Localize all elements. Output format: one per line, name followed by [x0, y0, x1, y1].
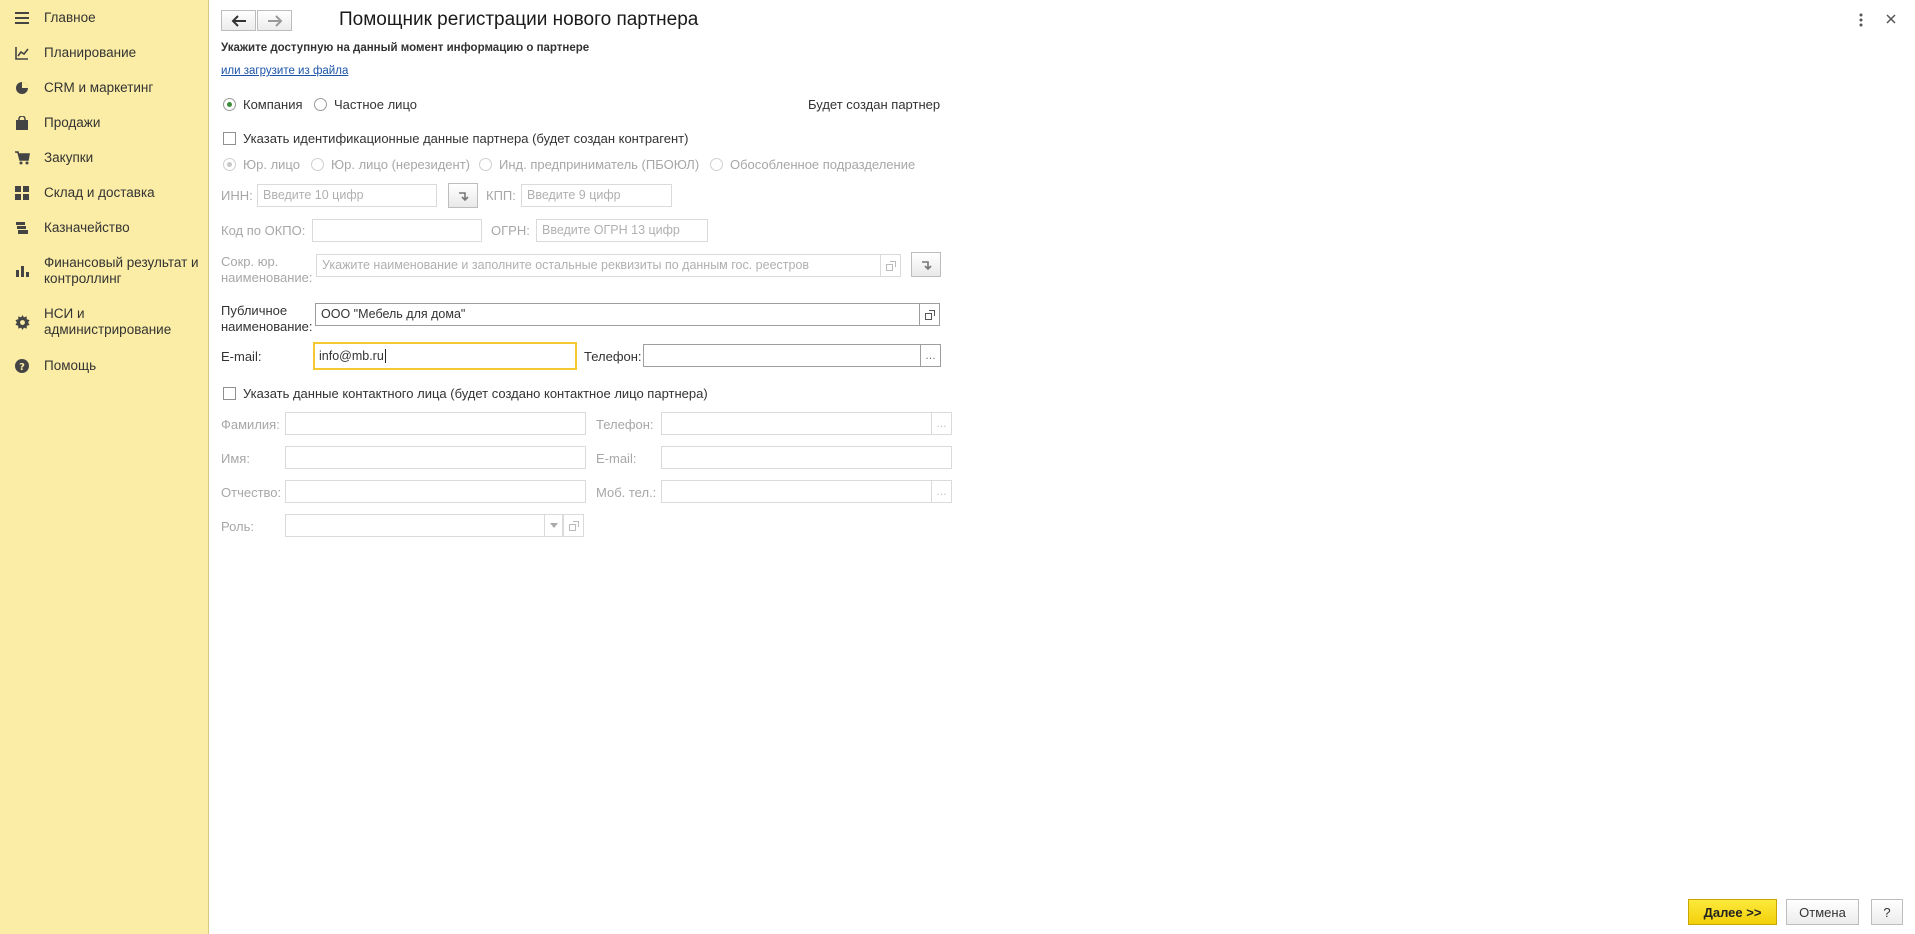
patronymic-label: Отчество: — [221, 485, 282, 500]
forward-button[interactable] — [257, 10, 292, 31]
email-label: E-mail: — [221, 349, 262, 364]
sidebar-item-label: CRM и маркетинг — [44, 80, 154, 95]
more-options-icon[interactable] — [1857, 12, 1865, 28]
page-title: Помощник регистрации нового партнера — [339, 9, 699, 30]
form-subtitle: Укажите доступную на данный момент инфор… — [221, 42, 590, 54]
short-name-field[interactable]: Укажите наименование и заполните остальн… — [316, 254, 881, 277]
bar-chart-icon — [14, 263, 30, 279]
close-icon[interactable] — [1885, 12, 1899, 26]
shopping-bag-icon — [14, 115, 30, 131]
pie-chart-icon — [14, 80, 30, 96]
contact-person-checkbox[interactable] — [223, 387, 236, 400]
radio-private-person[interactable] — [314, 98, 327, 111]
sidebar-item-label: Помощь — [44, 358, 97, 373]
help-icon: ? — [14, 358, 30, 374]
warehouse-grid-icon — [14, 185, 30, 201]
fill-by-registry-button[interactable] — [911, 252, 941, 277]
radio-legal-nonresident-label[interactable]: Юр. лицо (нерезидент) — [331, 157, 470, 172]
gear-icon — [14, 314, 30, 330]
kpp-field[interactable]: Введите 9 цифр — [521, 184, 672, 207]
open-window-icon — [885, 260, 896, 271]
inn-label: ИНН: — [221, 188, 253, 203]
ogrn-label: ОГРН: — [491, 223, 530, 238]
radio-company-label[interactable]: Компания — [243, 97, 303, 112]
inn-field[interactable]: Введите 10 цифр — [257, 184, 437, 207]
planning-chart-icon — [14, 45, 30, 61]
okpo-field[interactable] — [312, 219, 482, 242]
role-label: Роль: — [221, 519, 255, 534]
open-short-name-button[interactable] — [880, 254, 901, 277]
public-name-label: Публичное наименование: — [221, 303, 313, 334]
radio-separate-division[interactable] — [710, 158, 723, 171]
coins-icon — [14, 220, 30, 236]
short-name-label: Сокр. юр. наименование: — [221, 254, 313, 285]
open-window-icon — [924, 309, 935, 320]
help-button[interactable]: ? — [1871, 899, 1903, 925]
result-text: Будет создан партнер — [808, 97, 941, 112]
email-field[interactable]: info@mb.ru — [313, 342, 577, 370]
sidebar-item-label: Продажи — [44, 115, 101, 130]
surname-field[interactable] — [285, 412, 586, 435]
radio-legal-nonresident[interactable] — [311, 158, 324, 171]
patronymic-field[interactable] — [285, 480, 586, 503]
surname-label: Фамилия: — [221, 417, 280, 432]
open-role-button[interactable] — [563, 514, 584, 537]
load-from-file-link[interactable]: или загрузите из файла — [221, 65, 348, 77]
okpo-label: Код по ОКПО: — [221, 223, 306, 238]
contact-email-label: E-mail: — [596, 451, 637, 466]
public-name-field[interactable]: ООО "Мебель для дома" — [315, 303, 920, 326]
radio-legal-entity-label[interactable]: Юр. лицо — [243, 157, 300, 172]
sidebar-item-label: Закупки — [44, 150, 94, 165]
back-button[interactable] — [221, 10, 256, 31]
sidebar-item-label: Планирование — [44, 45, 137, 60]
fill-by-inn-button[interactable] — [448, 183, 478, 208]
arrow-left-icon — [231, 14, 246, 27]
open-public-name-button[interactable] — [919, 303, 940, 326]
radio-legal-entity[interactable] — [223, 158, 236, 171]
sidebar-item-label: Главное — [44, 10, 96, 25]
role-field[interactable] — [285, 514, 545, 537]
radio-separate-division-label[interactable]: Обособленное подразделение — [730, 157, 915, 172]
sidebar-item-label: НСИ и администрирование — [44, 306, 172, 337]
next-button[interactable]: Далее >> — [1688, 899, 1777, 925]
first-name-label: Имя: — [221, 451, 250, 466]
ogrn-field[interactable]: Введите ОГРН 13 цифр — [536, 219, 708, 242]
contact-phone-field[interactable] — [661, 412, 932, 435]
cancel-button[interactable]: Отмена — [1786, 899, 1859, 925]
phone-label: Телефон: — [584, 349, 642, 364]
kpp-label: КПП: — [486, 188, 516, 203]
sidebar-item-label: Казначейство — [44, 220, 130, 235]
sidebar-item-label: Склад и доставка — [44, 185, 155, 200]
phone-field[interactable] — [643, 344, 921, 367]
contact-email-field[interactable] — [661, 446, 952, 469]
fill-arrow-icon — [922, 260, 932, 270]
fill-arrow-icon — [459, 191, 469, 201]
role-dropdown-button[interactable] — [544, 514, 563, 537]
first-name-field[interactable] — [285, 446, 586, 469]
open-window-icon — [568, 520, 579, 531]
menu-icon — [14, 10, 30, 26]
radio-private-person-label[interactable]: Частное лицо — [334, 97, 417, 112]
contact-person-checkbox-label[interactable]: Указать данные контактного лица (будет с… — [243, 386, 708, 401]
mobile-select-button[interactable]: … — [931, 480, 952, 503]
identification-checkbox-label[interactable]: Указать идентификационные данные партнер… — [243, 131, 688, 146]
sidebar: Главное Планирование CRM и маркетинг Про… — [0, 0, 209, 934]
radio-individual-entrepreneur[interactable] — [479, 158, 492, 171]
identification-checkbox[interactable] — [223, 132, 236, 145]
mobile-field[interactable] — [661, 480, 932, 503]
contact-phone-select-button[interactable]: … — [931, 412, 952, 435]
mobile-label: Моб. тел.: — [596, 485, 657, 500]
radio-individual-entrepreneur-label[interactable]: Инд. предприниматель (ПБОЮЛ) — [499, 157, 699, 172]
arrow-right-icon — [267, 14, 282, 27]
text-cursor — [384, 349, 386, 363]
cart-icon — [14, 150, 30, 166]
chevron-down-icon — [549, 523, 558, 528]
contact-phone-label: Телефон: — [596, 417, 654, 432]
phone-select-button[interactable]: … — [920, 344, 941, 367]
sidebar-item-label: Финансовый результат и контроллинг — [44, 255, 199, 286]
svg-text:?: ? — [19, 362, 25, 373]
radio-company[interactable] — [223, 98, 236, 111]
